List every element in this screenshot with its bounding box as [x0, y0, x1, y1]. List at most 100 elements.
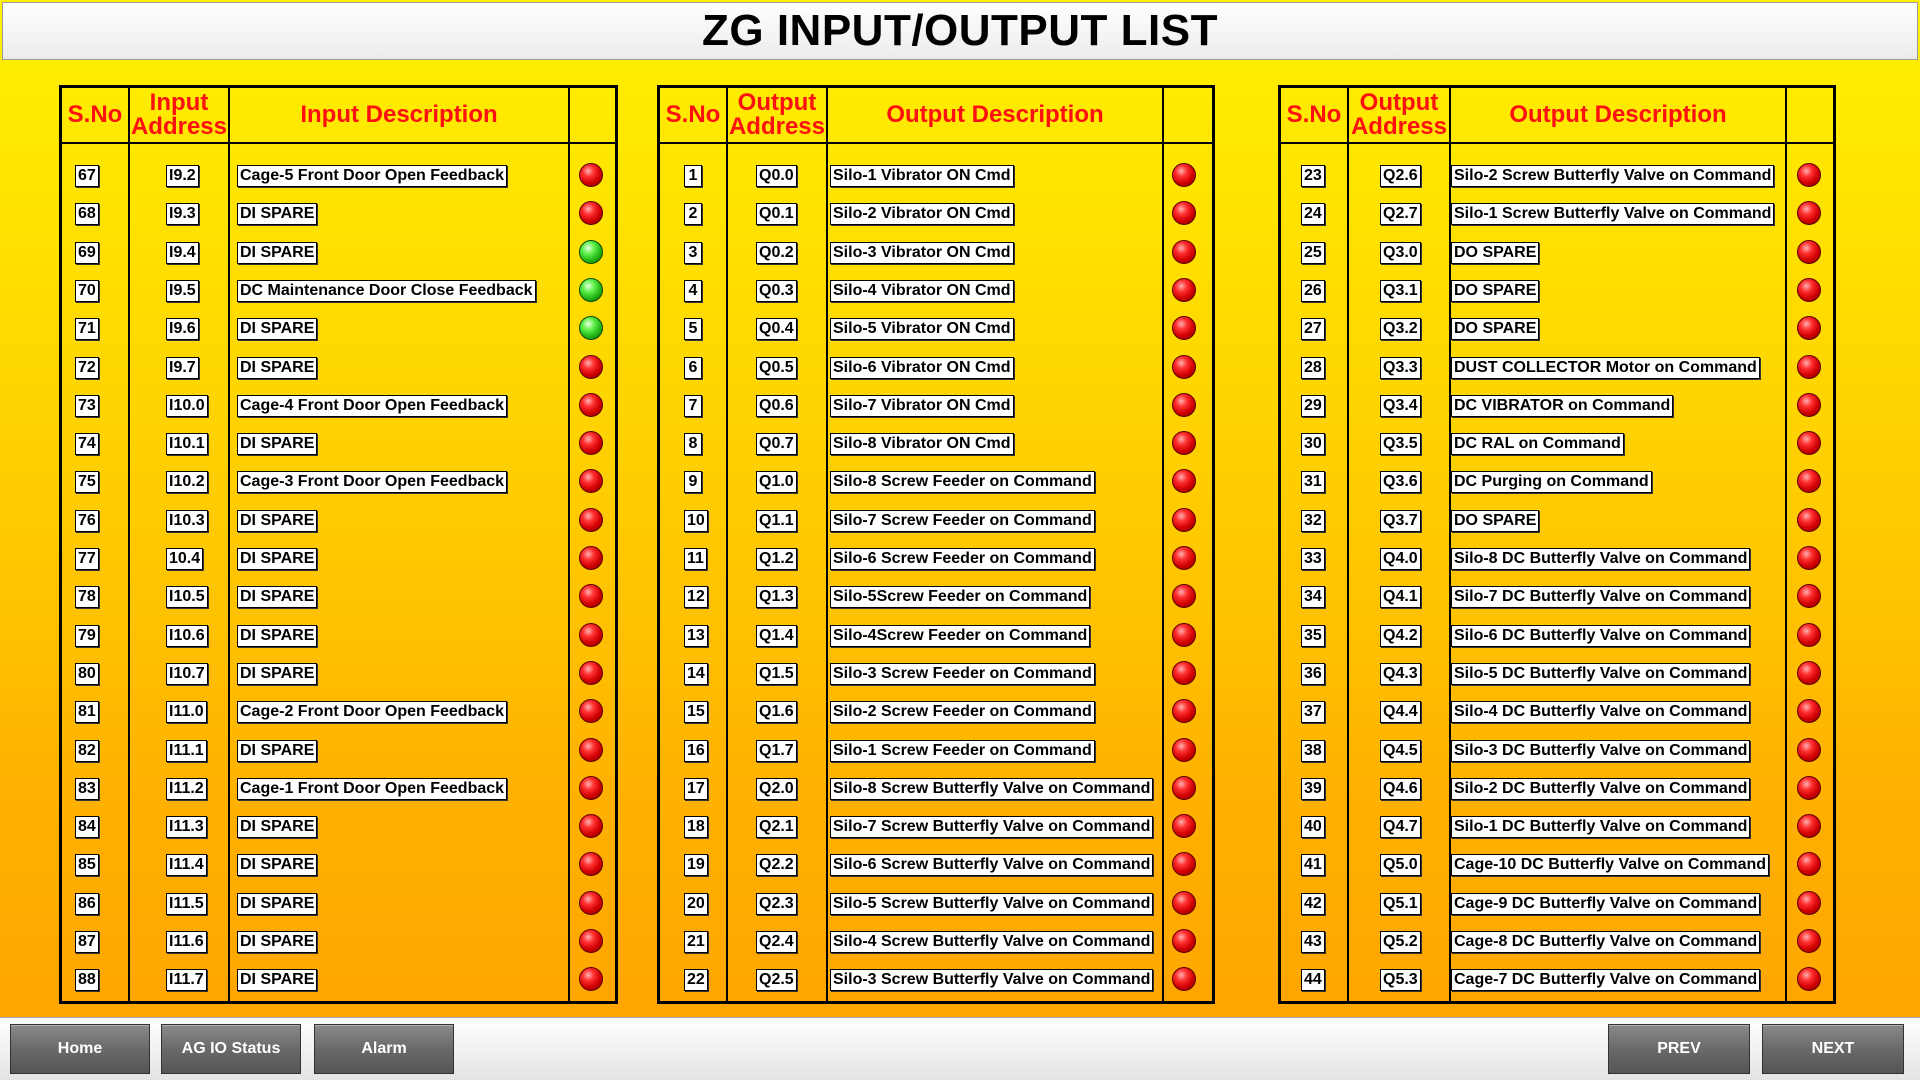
- sno-cell: 21: [684, 931, 708, 953]
- status-lamp-icon: [1797, 354, 1821, 379]
- sno-cell: 41: [1301, 854, 1325, 877]
- status-lamp-icon: [1797, 622, 1821, 647]
- address-cell: Q2.4: [756, 931, 797, 953]
- description-cell: Silo-1 DC Butterfly Valve on Command: [1451, 816, 1751, 839]
- address-cell: Q3.2: [1380, 318, 1421, 341]
- description-cell: Silo-3 Screw Butterfly Valve on Command: [830, 969, 1154, 992]
- address-cell: Q4.6: [1380, 777, 1421, 800]
- address-cell: I11.5: [166, 892, 207, 915]
- description-cell: Silo-7 Screw Feeder on Command: [830, 509, 1095, 532]
- description-cell: Silo-3 Vibrator ON Cmd: [830, 241, 1014, 264]
- status-lamp-icon: [579, 316, 603, 341]
- description-cell: Cage-1 Front Door Open Feedback: [237, 777, 508, 800]
- sno-cell: 8: [684, 433, 702, 456]
- alarm-button[interactable]: Alarm: [314, 1024, 454, 1074]
- address-cell: I11.4: [166, 854, 207, 877]
- description-cell: DO SPARE: [1451, 279, 1540, 302]
- address-cell: I9.2: [166, 165, 199, 187]
- sno-cell: 83: [75, 777, 99, 800]
- header-output-address: Output Address: [1350, 89, 1448, 140]
- status-lamp-icon: [1797, 239, 1821, 264]
- io-row: 82 I11.1 DI SPARE: [62, 737, 615, 778]
- description-cell: Silo-6 DC Butterfly Valve on Command: [1451, 624, 1751, 647]
- status-lamp-icon: [1172, 239, 1196, 264]
- status-lamp-icon: [1172, 354, 1196, 379]
- io-row: 87 I11.6 DI SPARE: [62, 929, 615, 969]
- address-cell: Q2.7: [1380, 203, 1421, 226]
- sno-cell: 9: [684, 471, 702, 494]
- address-cell: Q4.7: [1380, 816, 1421, 839]
- status-lamp-icon: [1797, 929, 1821, 953]
- description-cell: DI SPARE: [237, 662, 318, 685]
- status-lamp-icon: [579, 775, 603, 800]
- status-lamp-icon: [1797, 469, 1821, 494]
- description-cell: Silo-8 Screw Butterfly Valve on Command: [830, 777, 1154, 800]
- sno-cell: 24: [1301, 203, 1325, 226]
- description-cell: DI SPARE: [237, 816, 318, 839]
- status-lamp-icon: [1797, 507, 1821, 532]
- sno-cell: 74: [75, 433, 99, 456]
- description-cell: DI SPARE: [237, 892, 318, 915]
- description-cell: Silo-5 Vibrator ON Cmd: [830, 318, 1014, 341]
- io-row: 88 I11.7 DI SPARE: [62, 967, 615, 1007]
- description-cell: Silo-5 Screw Butterfly Valve on Command: [830, 892, 1154, 915]
- sno-cell: 36: [1301, 662, 1325, 685]
- address-cell: Q1.0: [756, 471, 797, 494]
- description-cell: Cage-7 DC Butterfly Valve on Command: [1451, 969, 1761, 992]
- status-lamp-icon: [579, 584, 603, 609]
- description-cell: Silo-2 Screw Feeder on Command: [830, 701, 1095, 724]
- description-cell: DI SPARE: [237, 241, 318, 264]
- io-row: 40 Q4.7 Silo-1 DC Butterfly Valve on Comma…: [1281, 814, 1833, 854]
- address-cell: I10.1: [166, 433, 208, 456]
- status-lamp-icon: [579, 660, 603, 685]
- home-button[interactable]: Home: [10, 1024, 150, 1074]
- status-lamp-icon: [1172, 392, 1196, 417]
- input-list-panel: S.No Input Address Input Description 67 I…: [59, 85, 618, 1004]
- status-lamp-icon: [1172, 699, 1196, 724]
- address-cell: Q3.6: [1380, 471, 1421, 494]
- next-button[interactable]: NEXT: [1762, 1024, 1904, 1074]
- address-cell: Q4.1: [1380, 586, 1421, 609]
- status-lamp-icon: [1797, 392, 1821, 417]
- address-cell: I11.3: [166, 816, 207, 839]
- io-row: 70 I9.5 DC Maintenance Door Close Feedback: [62, 277, 615, 318]
- status-lamp-icon: [1797, 431, 1821, 456]
- sno-cell: 19: [684, 854, 708, 877]
- sno-cell: 20: [684, 892, 708, 915]
- sno-cell: 87: [75, 931, 99, 953]
- status-lamp-icon: [1797, 201, 1821, 226]
- io-row: 26 Q3.1 DO SPARE: [1281, 277, 1833, 318]
- status-lamp-icon: [579, 929, 603, 953]
- io-row: 17 Q2.0 Silo-8 Screw Butterfly Valve on Co…: [660, 775, 1212, 816]
- address-cell: Q1.1: [756, 509, 797, 532]
- status-lamp-icon: [1797, 967, 1821, 992]
- address-cell: Q0.5: [756, 356, 797, 379]
- description-cell: Silo-8 Screw Feeder on Command: [830, 471, 1095, 494]
- header-output-address: Output Address: [728, 89, 826, 140]
- description-cell: Silo-5Screw Feeder on Command: [830, 586, 1091, 609]
- io-row: 6 Q0.5 Silo-6 Vibrator ON Cmd: [660, 354, 1212, 395]
- status-lamp-icon: [579, 392, 603, 417]
- description-cell: Silo-4 Screw Butterfly Valve on Command: [830, 931, 1154, 953]
- status-lamp-icon: [1797, 584, 1821, 609]
- io-row: 38 Q4.5 Silo-3 DC Butterfly Valve on Comma…: [1281, 737, 1833, 778]
- io-row: 25 Q3.0 DO SPARE: [1281, 239, 1833, 280]
- io-row: 36 Q4.3 Silo-5 DC Butterfly Valve on Comma…: [1281, 660, 1833, 701]
- footer-nav-bar: Home AG IO Status Alarm PREV NEXT: [0, 1017, 1920, 1080]
- address-cell: Q0.1: [756, 203, 797, 226]
- prev-button[interactable]: PREV: [1608, 1024, 1750, 1074]
- status-lamp-icon: [1172, 469, 1196, 494]
- address-cell: I10.6: [166, 624, 208, 647]
- io-row: 32 Q3.7 DO SPARE: [1281, 507, 1833, 548]
- status-lamp-icon: [1797, 660, 1821, 685]
- status-lamp-icon: [1172, 814, 1196, 839]
- address-cell: I10.7: [166, 662, 208, 685]
- status-lamp-icon: [1172, 622, 1196, 647]
- ag-io-status-button[interactable]: AG IO Status: [161, 1024, 301, 1074]
- io-row: 86 I11.5 DI SPARE: [62, 890, 615, 931]
- sno-cell: 26: [1301, 279, 1325, 302]
- io-row: 80 I10.7 DI SPARE: [62, 660, 615, 701]
- description-cell: Cage-8 DC Butterfly Valve on Command: [1451, 931, 1761, 953]
- sno-cell: 44: [1301, 969, 1325, 992]
- sno-cell: 40: [1301, 816, 1325, 839]
